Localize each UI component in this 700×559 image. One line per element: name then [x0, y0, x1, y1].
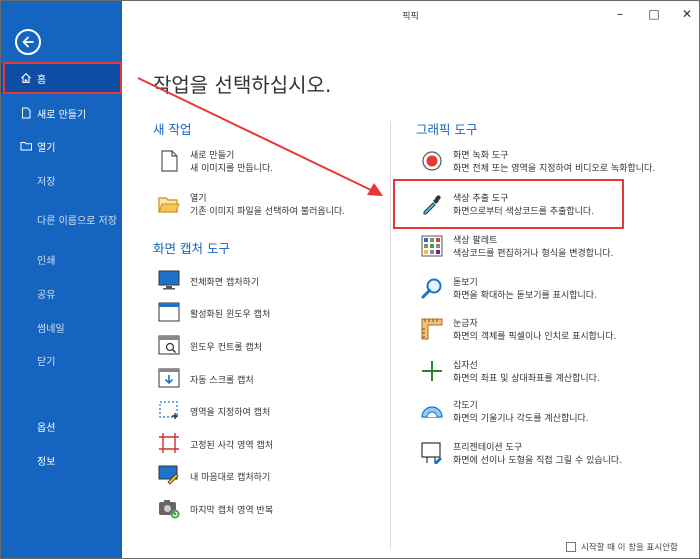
- startup-checkbox-label: 시작할 때 이 창을 표시안함: [581, 543, 678, 553]
- startup-option[interactable]: 시작할 때 이 창을 표시안함: [566, 541, 678, 553]
- annotation-arrow-icon: [137, 77, 383, 196]
- startup-checkbox[interactable]: [566, 542, 576, 552]
- app-window: 홈 새로 만들기 열기 저장 다른 이름으로 저장 인쇄 공유 썸네일 닫기 옵…: [0, 0, 700, 559]
